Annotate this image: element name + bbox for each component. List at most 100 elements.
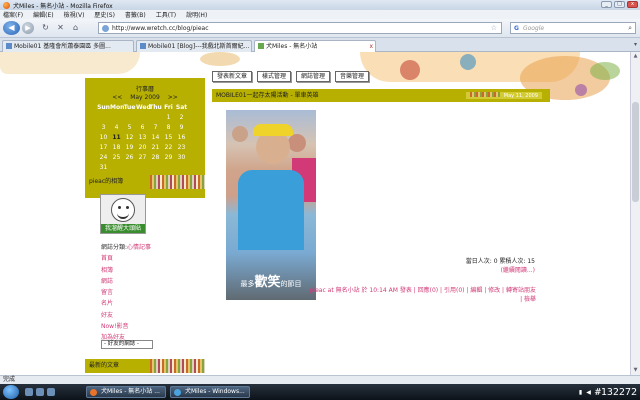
photo-caption-pre: 最多 xyxy=(240,280,255,288)
calendar-day[interactable]: 2 xyxy=(175,114,188,121)
web-page: 行事曆 << May 2009 >> Sun Mon Tue Wed Thu Fri Sat… xyxy=(0,52,630,375)
calendar-day[interactable]: 28 xyxy=(149,154,162,161)
read-more-link[interactable]: (繼續閱讀...) xyxy=(420,266,535,275)
calendar-prev-button[interactable]: << xyxy=(112,94,122,101)
photo-helmet xyxy=(253,124,293,136)
bookmark-star-icon[interactable]: ☆ xyxy=(491,24,497,32)
calendar-day[interactable]: 4 xyxy=(110,124,123,131)
show-desktop-icon[interactable] xyxy=(25,388,33,396)
calendar-day[interactable]: 22 xyxy=(162,144,175,151)
music-manage-button[interactable]: 音樂管理 xyxy=(335,71,370,82)
calendar-day[interactable]: 26 xyxy=(123,154,136,161)
calendar-day[interactable]: 17 xyxy=(97,144,110,151)
calendar-day[interactable]: 14 xyxy=(149,134,162,141)
calendar-day[interactable]: 10 xyxy=(97,134,110,141)
list-all-tabs-icon[interactable]: ▾ xyxy=(634,41,637,48)
calendar-day[interactable]: 29 xyxy=(162,154,175,161)
sidebar-link-album[interactable]: 相簿 xyxy=(101,265,151,276)
calendar-day[interactable]: 8 xyxy=(162,124,175,131)
start-button[interactable] xyxy=(3,385,19,399)
search-icon[interactable]: ⌕ xyxy=(628,24,632,33)
reload-icon[interactable]: ↻ xyxy=(40,22,51,34)
tray-volume-icon[interactable]: ◀ xyxy=(586,389,591,396)
minimize-button[interactable]: _ xyxy=(601,1,612,8)
friend-blog-select[interactable]: - 好友的網誌 - xyxy=(101,340,153,349)
post-date: May 11, 2009 xyxy=(503,93,538,99)
post-photo[interactable]: 最多歡笑的節目 xyxy=(226,110,316,300)
calendar-day[interactable]: 19 xyxy=(123,144,136,151)
blog-category: 網誌分類:心情記事 xyxy=(101,242,151,253)
scrollbar-thumb[interactable] xyxy=(632,102,639,202)
avatar[interactable]: 我溜醒大頭貼 xyxy=(100,194,146,234)
new-post-button[interactable]: 發表新文章 xyxy=(212,71,253,82)
calendar-day[interactable]: 5 xyxy=(123,124,136,131)
address-bar[interactable]: http://www.wretch.cc/blog/pieac ☆ xyxy=(98,22,502,34)
calendar-month: May 2009 xyxy=(130,94,160,101)
vertical-scrollbar[interactable]: ▲ ▼ xyxy=(630,52,640,375)
back-button[interactable]: ◀ xyxy=(3,21,20,35)
close-tab-icon[interactable]: x xyxy=(369,41,373,52)
menu-edit[interactable]: 編輯(E) xyxy=(33,10,53,19)
calendar-day[interactable]: 11 xyxy=(110,134,123,141)
calendar-day[interactable]: 21 xyxy=(149,144,162,151)
style-manage-button[interactable]: 樣式管理 xyxy=(257,71,292,82)
ie-icon[interactable] xyxy=(47,388,55,396)
tab-mobile01-blog[interactable]: Mobile01 [Blog]---我戲北斯首爾紀... xyxy=(136,40,252,52)
calendar-day[interactable]: 13 xyxy=(136,134,149,141)
calendar-day[interactable]: 15 xyxy=(162,134,175,141)
decorative-splash xyxy=(575,84,587,96)
scroll-up-icon[interactable]: ▲ xyxy=(632,53,639,60)
calendar-day[interactable]: 18 xyxy=(110,144,123,151)
calendar-day[interactable]: 31 xyxy=(97,164,110,171)
calendar-day[interactable]: 1 xyxy=(162,114,175,121)
calendar-day[interactable]: 12 xyxy=(123,134,136,141)
sidebar-link-home[interactable]: 首頁 xyxy=(101,253,151,264)
taskbar-firefox-window[interactable]: 犬Miles - 無名小站 ... xyxy=(86,386,166,398)
sidebar-link-card[interactable]: 名片 xyxy=(101,298,151,309)
taskbar-windows-window[interactable]: 犬Miles - Windows... xyxy=(170,386,250,398)
home-icon[interactable]: ⌂ xyxy=(70,22,81,34)
menu-tools[interactable]: 工具(T) xyxy=(156,10,176,19)
scroll-down-icon[interactable]: ▼ xyxy=(632,367,639,374)
sidebar-link-friends[interactable]: 好友 xyxy=(101,310,151,321)
sidebar-link-video[interactable]: Now!影音 xyxy=(101,321,151,332)
calendar-day[interactable]: 3 xyxy=(97,124,110,131)
calendar-empty-cell xyxy=(149,114,162,121)
menu-bookmarks[interactable]: 書籤(B) xyxy=(125,10,146,19)
photo-caption-big: 歡笑 xyxy=(254,275,281,290)
calendar-day[interactable]: 25 xyxy=(110,154,123,161)
post-title[interactable]: MOBILE01一起存太陽活動 - 單車英雄 xyxy=(216,92,319,99)
sidebar-links: 網誌分類:心情記事 首頁 相簿 網誌 留言 名片 好友 Now!影音 加為好友 xyxy=(101,242,151,344)
calendar-day[interactable]: 16 xyxy=(175,134,188,141)
search-input[interactable]: G Google ⌕ xyxy=(510,22,636,34)
calendar-day[interactable]: 24 xyxy=(97,154,110,161)
close-window-button[interactable]: x xyxy=(627,1,638,8)
menu-help[interactable]: 說明(H) xyxy=(186,10,207,19)
calendar-day[interactable]: 20 xyxy=(136,144,149,151)
calendar-next-button[interactable]: >> xyxy=(168,94,178,101)
menu-file[interactable]: 檔案(F) xyxy=(3,10,23,19)
photo-person xyxy=(288,134,306,152)
menu-history[interactable]: 歷史(S) xyxy=(94,10,115,19)
sidebar-link-blog[interactable]: 網誌 xyxy=(101,276,151,287)
post-footer-links[interactable]: pieac at 無名小站 於 10:14 AM 發表 | 回應(0) | 引用… xyxy=(306,285,536,303)
menu-view[interactable]: 檢視(V) xyxy=(64,10,85,19)
calendar-day[interactable]: 6 xyxy=(136,124,149,131)
calendar-day[interactable]: 23 xyxy=(175,144,188,151)
site-identity-icon[interactable] xyxy=(102,24,109,32)
category-link[interactable]: 心情記事 xyxy=(127,244,151,251)
blog-manage-button[interactable]: 網誌管理 xyxy=(296,71,331,82)
forward-button[interactable]: ▶ xyxy=(22,22,34,34)
calendar-weekday: Thu xyxy=(149,104,162,111)
calendar-day[interactable]: 7 xyxy=(149,124,162,131)
tab-mobile01-keelung[interactable]: Mobile01 基隆會所蕭泰園區 多圖... xyxy=(2,40,134,52)
stop-icon[interactable]: ✕ xyxy=(55,22,66,34)
google-search-engine-icon[interactable]: G xyxy=(514,25,519,32)
sidebar-link-guestbook[interactable]: 留言 xyxy=(101,287,151,298)
calendar-day[interactable]: 27 xyxy=(136,154,149,161)
switch-windows-icon[interactable] xyxy=(36,388,44,396)
maximize-button[interactable]: □ xyxy=(614,1,625,8)
calendar-day[interactable]: 9 xyxy=(175,124,188,131)
calendar-day[interactable]: 30 xyxy=(175,154,188,161)
tray-network-icon[interactable]: ▮ xyxy=(579,389,582,396)
